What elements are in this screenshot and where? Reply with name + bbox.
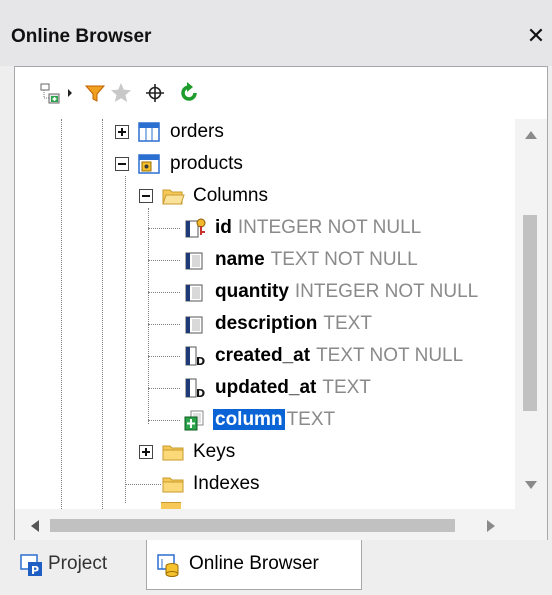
column-item-new[interactable]: column TEXT xyxy=(213,408,335,432)
column-type: TEXT NOT NULL xyxy=(270,249,418,270)
column-icon xyxy=(185,316,203,334)
primary-key-column-icon xyxy=(185,218,206,238)
tree-connector xyxy=(125,484,161,485)
tree-item-orders[interactable]: orders xyxy=(170,120,224,144)
add-object-icon[interactable] xyxy=(39,81,63,105)
table-icon xyxy=(138,122,160,142)
scroll-left-icon[interactable] xyxy=(29,518,41,534)
vertical-scroll-thumb[interactable] xyxy=(523,215,537,411)
tree-item-columns[interactable]: Columns xyxy=(193,184,268,208)
column-name: quantity xyxy=(215,281,289,302)
scroll-down-icon[interactable] xyxy=(523,479,539,491)
default-column-icon: D xyxy=(185,378,205,400)
tab-online-browser-label: Online Browser xyxy=(189,553,319,574)
vertical-scrollbar[interactable] xyxy=(515,119,547,521)
column-item-id[interactable]: id INTEGER NOT NULL xyxy=(215,216,421,240)
table-selected-icon xyxy=(138,154,160,174)
tree-guide-line xyxy=(61,119,62,509)
column-name: created_at xyxy=(215,345,311,366)
favorite-star-icon[interactable] xyxy=(109,81,133,105)
tree-guide-line xyxy=(148,208,149,424)
column-type: TEXT xyxy=(322,377,371,398)
toolbar xyxy=(15,67,547,119)
new-column-icon xyxy=(184,410,204,431)
orders-expander[interactable] xyxy=(115,125,129,139)
column-type: TEXT NOT NULL xyxy=(316,345,464,366)
tree-guide-line xyxy=(102,119,103,509)
column-icon xyxy=(185,284,203,302)
horizontal-scrollbar[interactable] xyxy=(15,509,515,541)
tree-connector xyxy=(148,228,180,229)
folder-icon-partial xyxy=(161,502,181,509)
default-column-icon: D xyxy=(185,346,205,368)
scroll-right-icon[interactable] xyxy=(485,518,497,534)
horizontal-scroll-thumb[interactable] xyxy=(50,519,455,532)
tab-project-label: Project xyxy=(48,553,108,574)
columns-expander[interactable] xyxy=(139,189,153,203)
column-item-updated-at[interactable]: updated_at TEXT xyxy=(215,376,371,400)
project-icon: P xyxy=(20,554,42,577)
tree-item-indexes[interactable]: Indexes xyxy=(193,472,260,496)
panel-title-bar: Online Browser ✕ xyxy=(0,0,552,66)
panel-tabs: P Project Online Browser xyxy=(0,540,552,595)
column-name: description xyxy=(215,313,318,334)
tree-view[interactable]: orders products Columns id INTEGER NOT N… xyxy=(15,119,515,509)
column-icon xyxy=(185,252,203,270)
tree-item-products[interactable]: products xyxy=(170,152,243,176)
column-item-name[interactable]: name TEXT NOT NULL xyxy=(215,248,418,272)
keys-expander[interactable] xyxy=(139,445,153,459)
folder-open-icon xyxy=(162,189,185,205)
tree-connector xyxy=(148,324,180,325)
column-item-description[interactable]: description TEXT xyxy=(215,312,372,336)
refresh-icon[interactable] xyxy=(177,81,201,105)
tree-connector xyxy=(148,388,180,389)
column-name-selected[interactable]: column xyxy=(213,409,285,430)
close-icon[interactable]: ✕ xyxy=(524,24,548,48)
tab-online-browser[interactable]: Online Browser xyxy=(146,540,362,590)
tree-guide-line xyxy=(125,176,126,503)
scrollbar-corner xyxy=(515,521,547,541)
dropdown-arrow-icon[interactable] xyxy=(65,81,75,105)
panel-title: Online Browser xyxy=(11,26,152,47)
svg-text:P: P xyxy=(31,564,39,577)
tree-connector xyxy=(148,356,180,357)
tree-item-keys[interactable]: Keys xyxy=(193,440,235,464)
products-expander[interactable] xyxy=(115,157,129,171)
tree-connector xyxy=(148,420,180,421)
browser-content: orders products Columns id INTEGER NOT N… xyxy=(14,66,548,542)
column-name: name xyxy=(215,249,265,270)
filter-icon[interactable] xyxy=(83,81,107,105)
column-type: TEXT xyxy=(286,409,336,430)
svg-text:D: D xyxy=(196,355,205,368)
column-name: id xyxy=(215,217,232,238)
folder-icon xyxy=(162,477,184,493)
column-type: TEXT xyxy=(323,313,372,334)
scroll-up-icon[interactable] xyxy=(523,129,539,141)
locate-icon[interactable] xyxy=(143,81,167,105)
folder-icon xyxy=(162,445,184,461)
online-browser-panel: Online Browser ✕ orders products Columns… xyxy=(0,0,552,595)
column-item-created-at[interactable]: created_at TEXT NOT NULL xyxy=(215,344,463,368)
svg-text:D: D xyxy=(196,387,205,400)
column-type: INTEGER NOT NULL xyxy=(237,217,422,238)
column-name: updated_at xyxy=(215,377,317,398)
column-item-quantity[interactable]: quantity INTEGER NOT NULL xyxy=(215,280,478,304)
online-browser-icon xyxy=(157,554,179,577)
column-type: INTEGER NOT NULL xyxy=(294,281,479,302)
tree-connector xyxy=(148,292,180,293)
tab-project[interactable]: P Project xyxy=(18,540,138,590)
tree-connector xyxy=(148,260,180,261)
